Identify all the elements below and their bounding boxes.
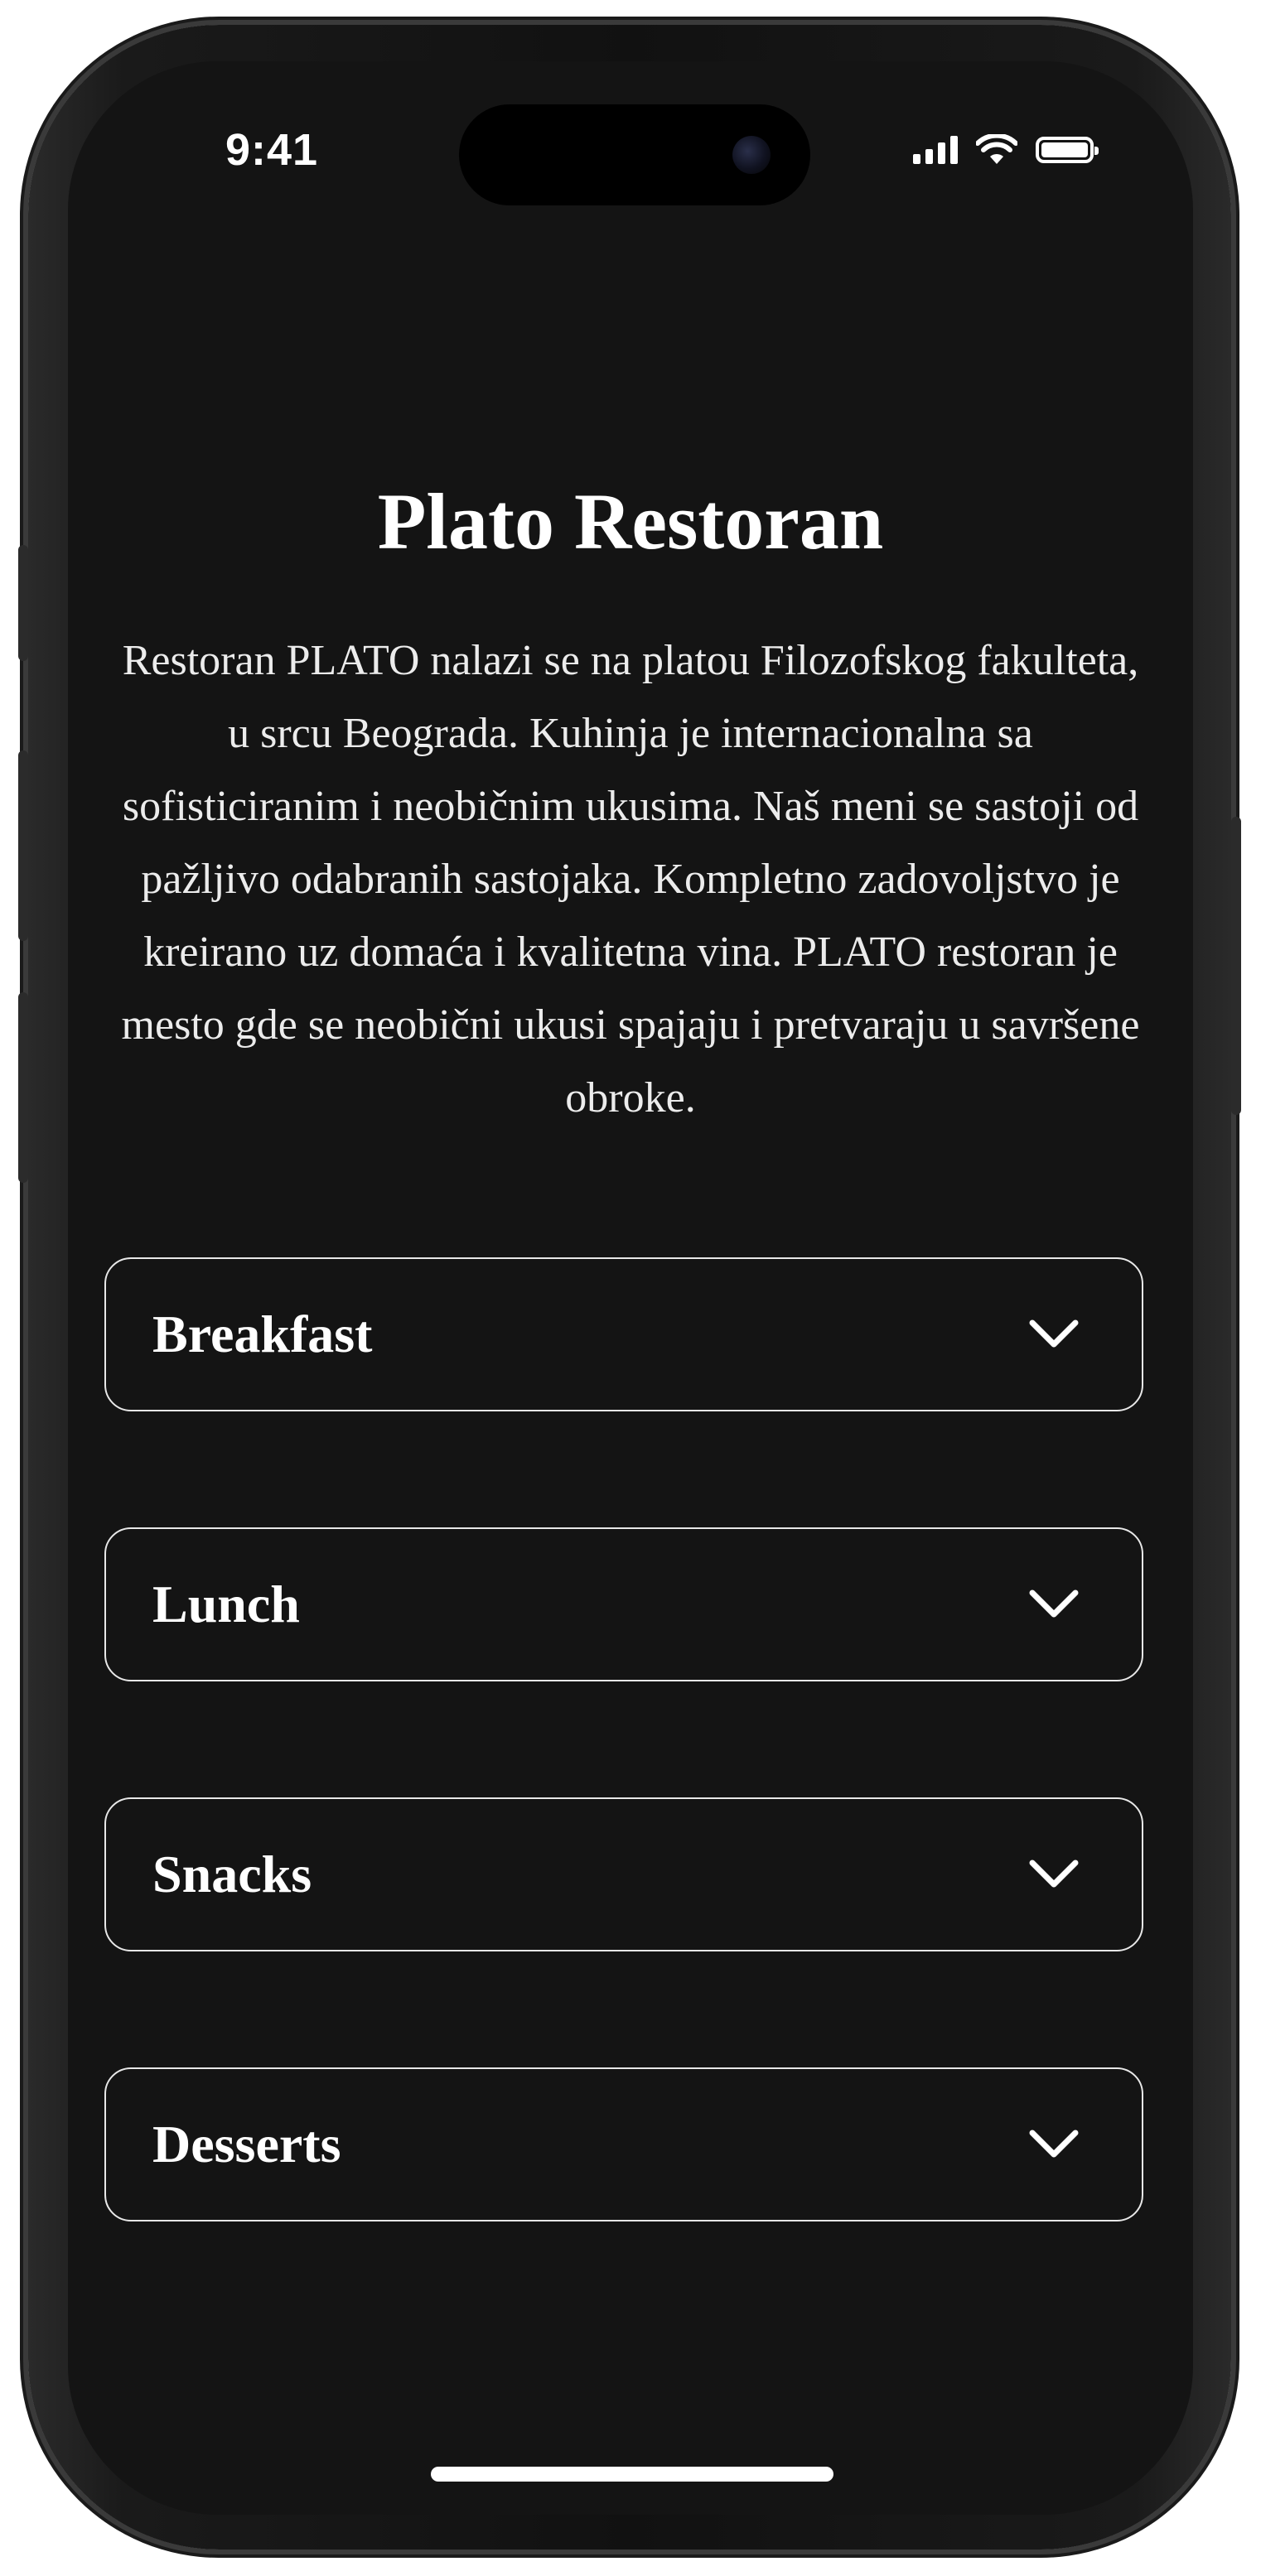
accordion-label: Breakfast [152, 1305, 373, 1363]
accordion-label: Desserts [152, 2115, 341, 2173]
status-icons [913, 134, 1099, 166]
cellular-signal-icon [913, 136, 958, 164]
power-button [1231, 817, 1241, 1115]
battery-icon [1036, 137, 1099, 163]
chevron-down-icon [1029, 1319, 1079, 1348]
page-title: Plato Restoran [377, 477, 884, 566]
accordion-label: Snacks [152, 1845, 312, 1903]
status-time: 9:41 [225, 125, 319, 175]
accordion-desserts[interactable]: Desserts [104, 2067, 1143, 2221]
restaurant-description: Restoran PLATO nalazi se na platou Filoz… [121, 637, 1140, 1122]
volume-up-button [18, 750, 28, 941]
action-button [18, 545, 28, 661]
accordion-lunch[interactable]: Lunch [104, 1527, 1143, 1681]
dynamic-island [459, 104, 810, 205]
accordion-label: Lunch [152, 1575, 300, 1633]
chevron-down-icon [1029, 1589, 1079, 1618]
wifi-icon [976, 134, 1017, 164]
status-bar: 9:41 [68, 61, 1193, 205]
app-screen: 9:41 Plato Restoran Restoran PLATO nalaz… [68, 61, 1193, 2515]
chevron-down-icon [1029, 1860, 1079, 1888]
home-indicator[interactable] [431, 2467, 833, 2482]
accordion-breakfast[interactable]: Breakfast [104, 1257, 1143, 1411]
chevron-down-icon [1029, 2130, 1079, 2158]
front-camera-icon [732, 136, 771, 174]
volume-down-button [18, 992, 28, 1183]
accordion-snacks[interactable]: Snacks [104, 1797, 1143, 1951]
